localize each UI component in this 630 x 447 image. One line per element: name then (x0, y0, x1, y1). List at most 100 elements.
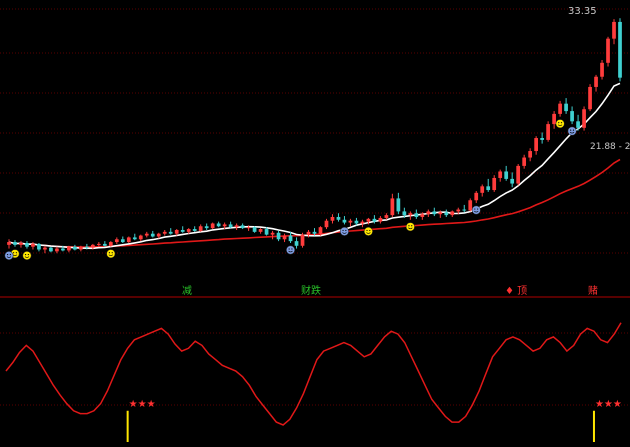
candle-body-49 (300, 234, 305, 246)
chart-stage: ★★★ ★★★ 33.35 21.88 - 21.9 减 财跌 ♦ 顶 赌 (0, 0, 630, 447)
smiley-icon-60-eye-r (369, 229, 371, 232)
candle-body-23 (144, 233, 149, 236)
candle-27 (168, 228, 173, 235)
candle-56 (342, 216, 347, 225)
candle-26 (162, 229, 167, 236)
grid-lines (0, 8, 630, 406)
candle-31 (192, 226, 197, 232)
candle-88 (534, 136, 538, 155)
candle-body-47 (288, 235, 293, 242)
candle-body-9 (61, 248, 65, 251)
candle-body-11 (73, 246, 77, 250)
candle-body-51 (312, 231, 317, 234)
candle-body-7 (49, 247, 53, 252)
candle-4 (31, 242, 35, 250)
candle-body-64 (390, 198, 395, 216)
candle-80 (486, 178, 491, 192)
candle-body-97 (588, 86, 592, 110)
candle-body-67 (408, 213, 413, 216)
candle-98 (594, 74, 598, 92)
candle-84 (510, 172, 515, 188)
candle-body-60 (366, 218, 371, 222)
smiley-blue-icon-47-eye-l (288, 248, 290, 250)
smiley-blue-icon-56-eye-l (342, 229, 344, 232)
smiley-blue-icon-78-face (471, 205, 481, 215)
candle-55 (336, 213, 341, 222)
candle-body-89 (540, 138, 544, 140)
candle-19 (120, 236, 125, 243)
candle-2 (19, 241, 23, 248)
candle-body-16 (102, 243, 107, 246)
candle-5 (37, 242, 41, 252)
candle-body-59 (360, 221, 365, 224)
candle-body-80 (486, 186, 491, 191)
candle-34 (210, 222, 215, 230)
candle-32 (198, 224, 203, 232)
candle-18 (114, 237, 119, 244)
candle-body-70 (426, 211, 431, 215)
candle-body-21 (132, 237, 137, 240)
candle-body-4 (31, 243, 35, 247)
annotation-du: 赌 (588, 284, 598, 297)
candle-62 (378, 216, 383, 224)
candle-54 (330, 214, 335, 224)
candle-body-81 (492, 177, 497, 191)
smiley-blue-icon-0-face (4, 251, 14, 261)
candle-79 (480, 184, 485, 197)
candle-body-13 (85, 246, 89, 248)
candle-body-92 (558, 103, 562, 114)
candle-37 (228, 221, 233, 229)
smiley-blue-icon-0-eye-l (6, 253, 9, 256)
candle-body-99 (600, 62, 604, 77)
ma-short-line (8, 82, 621, 250)
candle-53 (324, 218, 329, 230)
candle-99 (600, 60, 604, 80)
smiley-icon-1-eye-r (15, 252, 17, 254)
smiley-icon-67-eye-l (408, 225, 410, 227)
smiley-blue-icon-0 (4, 251, 14, 261)
candle-100 (606, 36, 610, 67)
annotation-jian: 减 (182, 285, 192, 297)
candle-94 (570, 106, 574, 125)
candle-59 (360, 219, 365, 228)
candle-body-26 (162, 231, 167, 234)
candle-body-24 (150, 233, 155, 237)
candle-body-63 (384, 215, 389, 218)
candle-body-72 (438, 212, 443, 215)
high-price-label: 33.35 (568, 6, 597, 17)
smiley-blue-icon-56-eye-r (345, 229, 347, 232)
candle-body-0 (7, 242, 11, 245)
candle-41 (252, 226, 257, 233)
candle-body-35 (216, 223, 221, 227)
candle-21 (132, 233, 137, 241)
smiley-blue-icon-47-eye-r (291, 248, 293, 250)
candle-body-96 (582, 109, 586, 128)
candle-body-20 (126, 237, 131, 243)
stock-chart: ★★★ ★★★ 33.35 21.88 - 21.9 减 财跌 ♦ 顶 赌 (0, 6, 630, 442)
candle-body-55 (336, 216, 341, 220)
candle-body-69 (420, 214, 425, 217)
candle-20 (126, 236, 131, 243)
candle-body-36 (222, 224, 227, 227)
candle-body-50 (306, 231, 311, 235)
smiley-blue-icon-94-face (567, 126, 577, 136)
candle-body-58 (354, 220, 359, 224)
signal-stars-1: ★★★ (595, 399, 622, 410)
candle-64 (390, 193, 395, 217)
candle-body-83 (504, 171, 509, 179)
candle-body-85 (516, 165, 521, 184)
candle-35 (216, 221, 221, 228)
candle-57 (348, 218, 353, 227)
smiley-blue-icon-56 (340, 226, 349, 236)
candle-78 (474, 190, 479, 204)
signal-stars-0: ★★★ (129, 399, 156, 410)
candle-body-62 (378, 217, 383, 222)
candle-body-93 (564, 103, 568, 112)
candle-body-5 (37, 243, 41, 250)
candle-body-52 (318, 227, 323, 234)
candle-body-1 (13, 242, 17, 245)
smiley-icon-17-eye-l (108, 252, 111, 254)
candle-97 (588, 84, 592, 112)
candle-73 (444, 209, 449, 217)
candle-body-43 (264, 229, 269, 235)
